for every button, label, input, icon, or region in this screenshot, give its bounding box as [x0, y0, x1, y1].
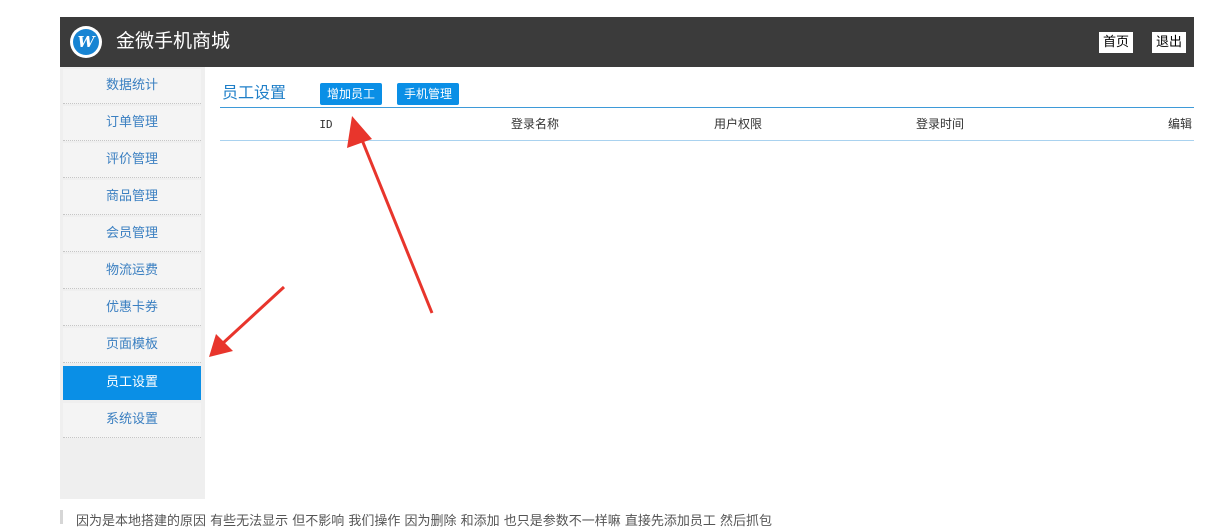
home-button[interactable]: 首页 [1099, 32, 1134, 53]
sidebar-item-stats[interactable]: 数据统计 [63, 69, 201, 104]
sidebar-item-orders[interactable]: 订单管理 [63, 106, 201, 141]
caption-text: 因为是本地搭建的原因 有些无法显示 但不影响 我们操作 因为删除 和添加 也只是… [76, 514, 773, 529]
caption-quote-bar [60, 510, 63, 524]
sidebar-item-coupons[interactable]: 优惠卡券 [63, 291, 201, 326]
sidebar-item-system[interactable]: 系统设置 [63, 403, 201, 438]
logo-icon: W [73, 29, 99, 55]
page-title: 员工设置 [222, 83, 287, 102]
sidebar-item-reviews[interactable]: 评价管理 [63, 143, 201, 178]
sidebar-item-templates[interactable]: 页面模板 [63, 328, 201, 363]
column-header-login-time: 登录时间 [915, 117, 965, 131]
brand-title: 金微手机商城 [116, 30, 231, 52]
sidebar-item-products[interactable]: 商品管理 [63, 180, 201, 215]
column-header-edit: 编辑 [1167, 117, 1192, 131]
sidebar-item-shipping[interactable]: 物流运费 [63, 254, 201, 289]
logo: W [70, 26, 102, 58]
sidebar-item-members[interactable]: 会员管理 [63, 217, 201, 252]
table-header: ID 登录名称 用户权限 登录时间 编辑 [220, 107, 1194, 141]
phone-manage-button[interactable]: 手机管理 [397, 83, 460, 105]
exit-button[interactable]: 退出 [1152, 32, 1187, 53]
app-window: W 金微手机商城 首页 退出 数据统计 订单管理 评价管理 商品管理 会员管理 … [60, 17, 1194, 499]
top-bar: W 金微手机商城 首页 退出 [60, 17, 1194, 67]
sidebar: 数据统计 订单管理 评价管理 商品管理 会员管理 物流运费 优惠卡券 页面模板 … [60, 67, 205, 499]
column-header-login-name: 登录名称 [510, 117, 560, 131]
main-content: 员工设置 增加员工 手机管理 ID 登录名称 用户权限 登录时间 编辑 [220, 67, 1194, 499]
column-header-permission: 用户权限 [713, 117, 763, 131]
column-header-id: ID [319, 118, 333, 131]
sidebar-item-staff[interactable]: 员工设置 [63, 366, 201, 400]
add-staff-button[interactable]: 增加员工 [320, 83, 383, 105]
